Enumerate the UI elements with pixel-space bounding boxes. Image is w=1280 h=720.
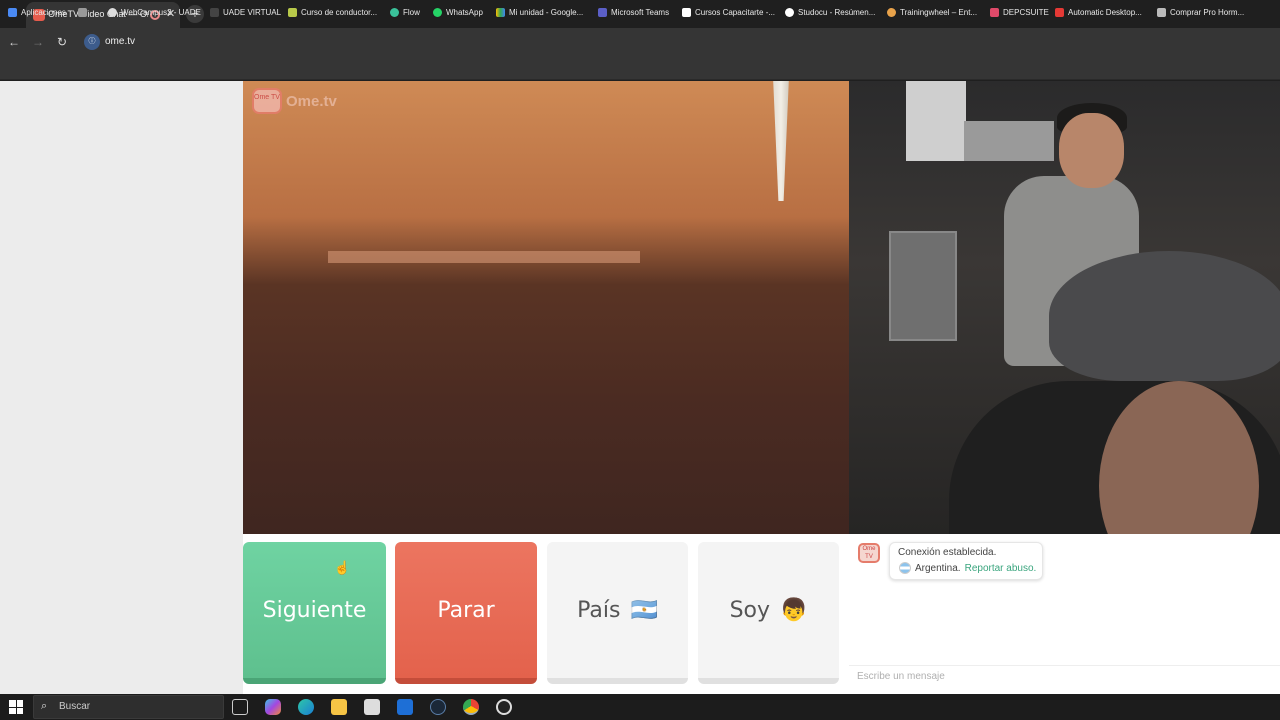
argentina-flag-icon bbox=[899, 562, 911, 574]
bookmark-label: Cursos Capacitarte -... bbox=[695, 7, 776, 17]
video-person-cap bbox=[1049, 251, 1280, 381]
chat-message-area bbox=[849, 665, 1280, 685]
bookmark-teams[interactable]: Microsoft Teams bbox=[598, 6, 669, 18]
report-abuse-link[interactable]: Reportar abuso. bbox=[965, 563, 1037, 574]
bookmark-label: Studocu - Resúmen... bbox=[798, 7, 876, 17]
bookmark-label: Comprar Pro Horm... bbox=[1170, 7, 1245, 17]
bookmark-webcampus[interactable]: WebCampus2 - UADE bbox=[108, 6, 201, 18]
ometv-tv-icon: Ome TV bbox=[252, 88, 282, 114]
ometv-logo-text: Ome.tv bbox=[286, 92, 337, 110]
country-selector-button[interactable]: País 🇦🇷 bbox=[547, 542, 688, 684]
search-icon: ⌕ bbox=[41, 700, 48, 712]
bookmark-label: WebCampus2 - UADE bbox=[121, 7, 201, 17]
video-hood-shape bbox=[906, 81, 966, 161]
bookmark-depcsuite[interactable]: DEPCSUITE bbox=[990, 6, 1049, 18]
self-camera-video bbox=[849, 81, 1280, 534]
capacitarte-icon bbox=[682, 7, 691, 17]
apps-grid-icon bbox=[8, 7, 17, 17]
next-button-label: Siguiente bbox=[262, 597, 367, 623]
bookmark-label: Automatic Desktop... bbox=[1068, 7, 1142, 17]
bookmark-capacitarte[interactable]: Cursos Capacitarte -... bbox=[682, 6, 775, 18]
bookmark-label: Flow bbox=[403, 7, 420, 17]
bookmark-label: DEPCSUITE bbox=[1003, 7, 1049, 17]
windows-start-icon[interactable] bbox=[9, 700, 23, 714]
stranger-country: Argentina. bbox=[915, 562, 961, 574]
depcsuite-icon bbox=[990, 7, 999, 17]
bookmark-label: WhatsApp bbox=[446, 7, 483, 17]
bookmark-mi-unidad[interactable]: Mi unidad - Google... bbox=[496, 6, 583, 18]
chat-message-input[interactable] bbox=[849, 668, 1280, 685]
outlook-icon[interactable] bbox=[397, 699, 413, 715]
address-bar-url[interactable]: ome.tv bbox=[105, 36, 135, 47]
site-info-icon[interactable]: ⓘ bbox=[84, 34, 100, 50]
gender-selector-button[interactable]: Soy 👦 bbox=[698, 542, 839, 684]
file-explorer-icon[interactable] bbox=[331, 699, 347, 715]
steam-icon[interactable] bbox=[430, 699, 446, 715]
task-view-icon[interactable] bbox=[232, 699, 248, 715]
bookmark-studocu[interactable]: Studocu - Resúmen... bbox=[785, 6, 875, 18]
bookmark-label: Trainingwheel – Ent... bbox=[900, 7, 978, 17]
grid-icon bbox=[78, 7, 87, 17]
ometv-logo: Ome TV Ome.tv bbox=[252, 88, 337, 114]
video-cabinet-shape bbox=[964, 121, 1054, 161]
copilot-icon[interactable] bbox=[265, 699, 281, 715]
flow-icon bbox=[390, 7, 399, 17]
bookmark-aplicaciones[interactable]: Aplicaciones bbox=[8, 6, 66, 18]
shop-icon bbox=[1157, 7, 1166, 17]
connection-status-text: Conexión establecida. bbox=[898, 547, 997, 558]
bookmark-apps-grid[interactable] bbox=[78, 6, 91, 18]
argentina-flag-icon: 🇦🇷 bbox=[630, 597, 658, 623]
browser-toolbar bbox=[0, 28, 1280, 56]
bookmark-automatic-desktop[interactable]: Automatic Desktop... bbox=[1055, 6, 1142, 18]
stop-button-label: Parar bbox=[437, 597, 495, 623]
edge-browser-icon[interactable] bbox=[298, 699, 314, 715]
back-arrow-icon[interactable]: ← bbox=[6, 34, 22, 50]
microsoft-store-icon[interactable] bbox=[364, 699, 380, 715]
stranger-video bbox=[243, 81, 849, 534]
boy-avatar-icon: 👦 bbox=[780, 597, 808, 623]
bookmark-uade-virtual[interactable]: UADE VIRTUAL bbox=[210, 6, 281, 18]
bookmark-label: Mi unidad - Google... bbox=[509, 7, 584, 17]
gender-button-label: Soy bbox=[729, 597, 771, 623]
bookmark-label: UADE VIRTUAL bbox=[223, 7, 282, 17]
country-info-line: Argentina. Reportar abuso. bbox=[899, 562, 1036, 574]
uade-icon bbox=[210, 7, 219, 17]
bookmark-label: Aplicaciones bbox=[21, 7, 66, 17]
bookmark-trainingwheel[interactable]: Trainingwheel – Ent... bbox=[887, 6, 977, 18]
bookmark-flow[interactable]: Flow bbox=[390, 6, 420, 18]
video-plank-shape bbox=[328, 251, 640, 263]
reload-icon[interactable]: ↻ bbox=[54, 34, 70, 50]
bookmark-label: Curso de conductor... bbox=[301, 7, 378, 17]
bookmark-label: Microsoft Teams bbox=[611, 7, 670, 17]
ometv-chat-avatar-icon: Ome TV bbox=[858, 543, 880, 563]
globe-icon bbox=[108, 7, 117, 17]
folder-icon bbox=[288, 7, 297, 17]
forward-arrow-icon[interactable]: → bbox=[30, 34, 46, 50]
studocu-icon bbox=[785, 7, 794, 17]
left-side-panel bbox=[0, 81, 243, 694]
whatsapp-icon bbox=[433, 7, 442, 17]
chrome-icon[interactable] bbox=[463, 699, 479, 715]
google-drive-icon bbox=[496, 7, 505, 17]
bookmark-whatsapp[interactable]: WhatsApp bbox=[433, 6, 483, 18]
hand-cursor-icon: ☝ bbox=[334, 560, 351, 575]
video-person-head bbox=[1059, 113, 1124, 188]
obs-studio-icon[interactable] bbox=[496, 699, 512, 715]
next-button[interactable]: Siguiente bbox=[243, 542, 386, 684]
automatic-desktop-icon bbox=[1055, 7, 1064, 17]
taskbar-search-placeholder: Buscar bbox=[59, 701, 91, 712]
video-oven-shape bbox=[889, 231, 957, 341]
bookmark-curso-conductor[interactable]: Curso de conductor... bbox=[288, 6, 377, 18]
trainingwheel-icon bbox=[887, 7, 896, 17]
stop-button[interactable]: Parar bbox=[395, 542, 537, 684]
teams-icon bbox=[598, 7, 607, 17]
video-lamp-shape bbox=[773, 81, 789, 201]
bookmarks-bar bbox=[0, 56, 1280, 80]
bookmark-comprar-pro[interactable]: Comprar Pro Horm... bbox=[1157, 6, 1244, 18]
country-button-label: País bbox=[577, 597, 621, 623]
